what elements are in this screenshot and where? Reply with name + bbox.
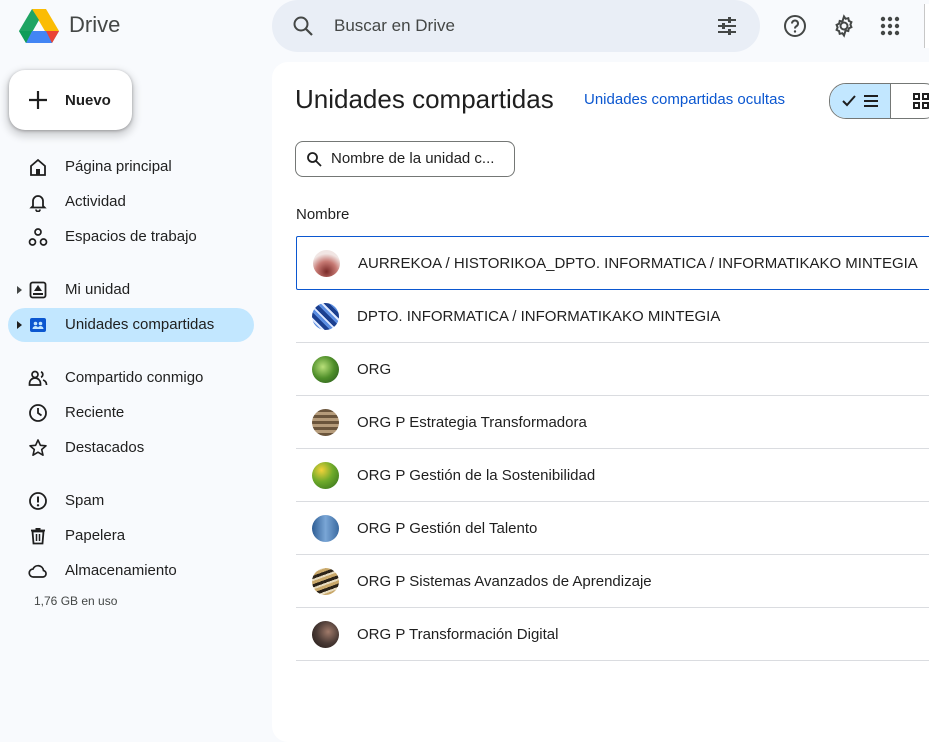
sidebar-item-label: Espacios de trabajo xyxy=(65,228,197,245)
account-area[interactable] xyxy=(924,4,929,48)
drive-name: ORG P Gestión de la Sostenibilidad xyxy=(357,467,596,484)
sidebar-item-shared-with-me[interactable]: Compartido conmigo xyxy=(8,361,254,395)
shared-drive-row[interactable]: ORG P Estrategia Transformadora xyxy=(296,396,929,449)
new-button[interactable]: Nuevo xyxy=(9,70,132,130)
sidebar-item-label: Mi unidad xyxy=(65,281,131,298)
sidebar-item-label: Almacenamiento xyxy=(65,562,177,579)
drive-thumbnail xyxy=(312,409,339,436)
search-icon xyxy=(307,152,322,167)
sidebar-item-shared-drives[interactable]: Unidades compartidas xyxy=(8,308,254,342)
sidebar-item-starred[interactable]: Destacados xyxy=(8,431,254,465)
search-bar[interactable]: Buscar en Drive xyxy=(272,0,760,52)
cloud-icon xyxy=(28,564,47,578)
sidebar-item-label: Destacados xyxy=(65,439,145,456)
shared-drive-row[interactable]: ORG P Gestión del Talento xyxy=(296,502,929,555)
drive-thumbnail xyxy=(312,462,339,489)
sidebar-item-storage[interactable]: Almacenamiento xyxy=(8,554,254,588)
page-title: Unidades compartidas xyxy=(295,84,554,114)
apps-grid-icon[interactable] xyxy=(878,14,902,38)
help-icon[interactable] xyxy=(783,14,807,38)
drive-name: ORG xyxy=(357,361,392,378)
sidebar-item-label: Reciente xyxy=(65,404,125,421)
drive-thumbnail xyxy=(313,250,340,277)
shared-drive-row[interactable]: ORG P Transformación Digital xyxy=(296,608,929,661)
people-icon xyxy=(28,370,48,386)
sidebar-item-label: Página principal xyxy=(65,158,172,175)
sidebar-item-activity[interactable]: Actividad xyxy=(8,185,254,219)
bell-icon xyxy=(29,195,47,212)
drive-thumbnail xyxy=(312,515,339,542)
drive-name: ORG P Sistemas Avanzados de Aprendizaje xyxy=(357,573,652,590)
settings-gear-icon[interactable] xyxy=(832,14,856,38)
sidebar-item-my-drive[interactable]: Mi unidad xyxy=(8,273,254,307)
sidebar-item-spam[interactable]: Spam xyxy=(8,484,254,518)
sidebar-item-home[interactable]: Página principal xyxy=(8,150,254,184)
shared-drives-icon xyxy=(30,318,46,332)
clock-icon xyxy=(29,404,47,422)
sidebar-item-label: Unidades compartidas xyxy=(65,316,215,333)
list-view-icon xyxy=(864,95,878,107)
grid-view-icon[interactable] xyxy=(912,92,929,110)
column-header-name[interactable]: Nombre xyxy=(296,206,349,223)
app-title[interactable]: Drive xyxy=(69,12,120,38)
drive-name: ORG P Estrategia Transformadora xyxy=(357,414,587,431)
top-bar: Drive Buscar en Drive xyxy=(0,0,929,52)
shared-drive-row[interactable]: DPTO. INFORMATICA / INFORMATIKAKO MINTEG… xyxy=(296,290,929,343)
drive-logo-icon[interactable] xyxy=(18,7,60,45)
shared-drive-row[interactable]: ORG P Sistemas Avanzados de Aprendizaje xyxy=(296,555,929,608)
drive-name: ORG P Transformación Digital xyxy=(357,626,559,643)
drive-thumbnail xyxy=(312,568,339,595)
home-icon xyxy=(30,158,46,176)
drive-thumbnail xyxy=(312,356,339,383)
storage-usage-text: 1,76 GB en uso xyxy=(34,594,118,608)
star-icon xyxy=(29,439,47,457)
sidebar-item-workspaces[interactable]: Espacios de trabajo xyxy=(8,220,254,254)
drive-name: AURREKOA / HISTORIKOA_DPTO. INFORMATICA … xyxy=(358,255,918,272)
hidden-shared-drives-link[interactable]: Unidades compartidas ocultas xyxy=(584,91,785,108)
filter-placeholder: Nombre de la unidad c... xyxy=(331,150,495,167)
search-icon[interactable] xyxy=(291,14,315,38)
drive-thumbnail xyxy=(312,621,339,648)
search-input[interactable]: Buscar en Drive xyxy=(334,16,455,36)
sidebar-item-label: Actividad xyxy=(65,193,126,210)
expand-arrow-icon[interactable] xyxy=(15,285,23,295)
sidebar-item-label: Papelera xyxy=(65,527,126,544)
view-toggle[interactable] xyxy=(829,83,929,119)
plus-icon xyxy=(29,91,47,109)
sidebar-item-recent[interactable]: Reciente xyxy=(8,396,254,430)
trash-icon xyxy=(31,528,45,545)
sidebar-item-label: Spam xyxy=(65,492,105,509)
search-options-icon[interactable] xyxy=(715,14,739,38)
shared-drive-row[interactable]: ORG P Gestión de la Sostenibilidad xyxy=(296,449,929,502)
drive-name: ORG P Gestión del Talento xyxy=(357,520,538,537)
my-drive-icon xyxy=(29,281,47,299)
drive-name: DPTO. INFORMATICA / INFORMATIKAKO MINTEG… xyxy=(357,308,721,325)
workspaces-icon xyxy=(28,228,48,246)
shared-drives-list: AURREKOA / HISTORIKOA_DPTO. INFORMATICA … xyxy=(296,236,929,661)
drive-name-filter-input[interactable]: Nombre de la unidad c... xyxy=(295,141,515,177)
shared-drive-row[interactable]: AURREKOA / HISTORIKOA_DPTO. INFORMATICA … xyxy=(296,236,929,290)
new-button-label: Nuevo xyxy=(65,92,111,109)
shared-drive-row[interactable]: ORG xyxy=(296,343,929,396)
drive-thumbnail xyxy=(312,303,339,330)
spam-icon xyxy=(29,492,47,510)
checkmark-icon xyxy=(842,95,856,107)
sidebar-item-label: Compartido conmigo xyxy=(65,369,204,386)
expand-arrow-icon[interactable] xyxy=(15,320,23,330)
sidebar-item-trash[interactable]: Papelera xyxy=(8,519,254,553)
list-view-button[interactable] xyxy=(830,84,891,118)
